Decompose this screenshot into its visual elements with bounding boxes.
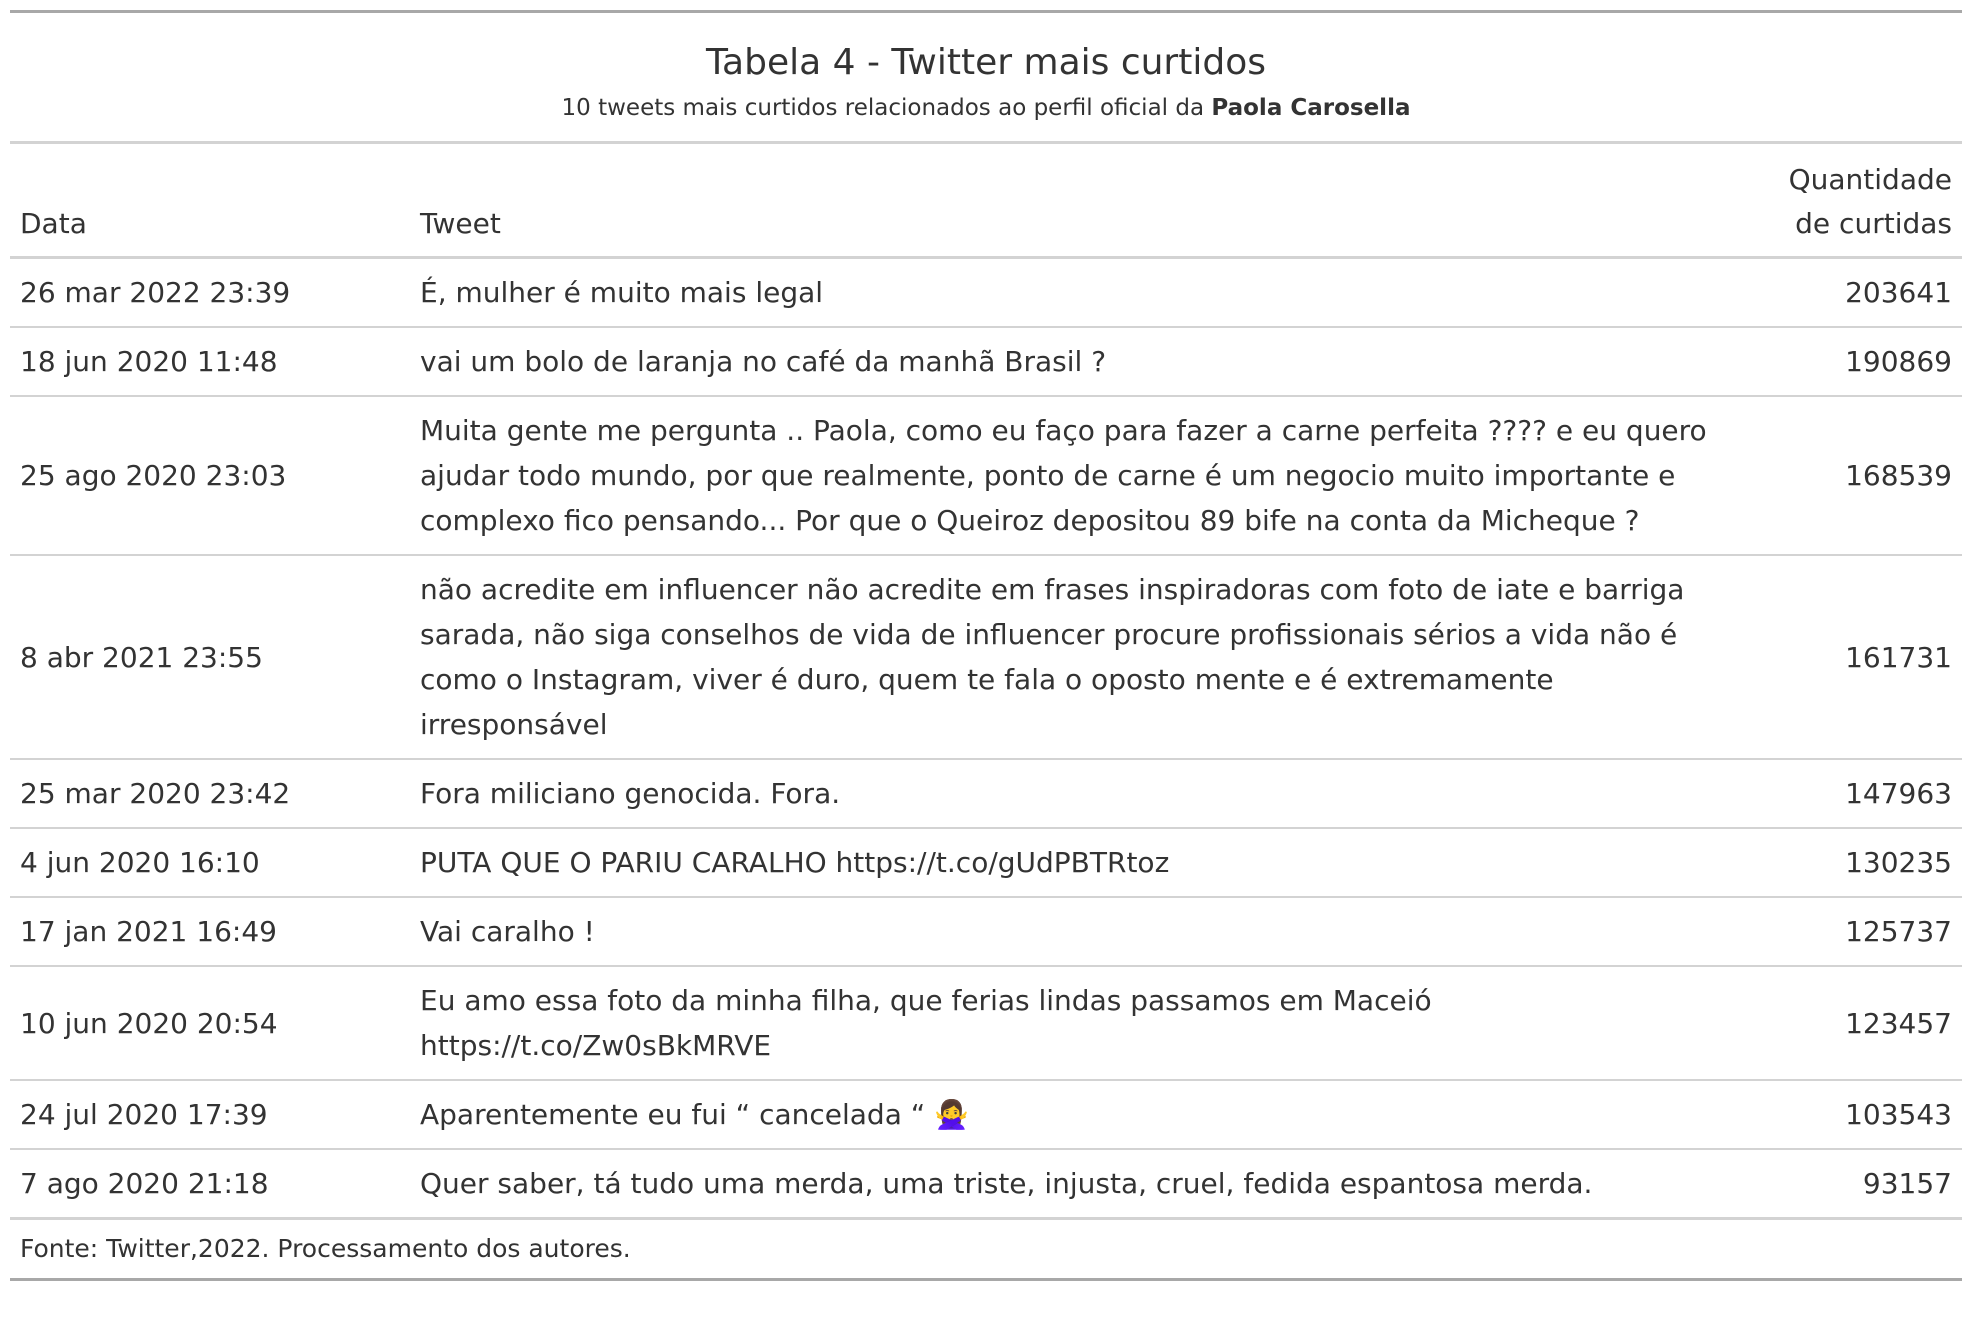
cell-likes: 103543 [1750,1080,1962,1150]
table-row: 17 jan 2021 16:49 Vai caralho ! 125737 [10,897,1962,967]
cell-likes: 190869 [1750,327,1962,397]
cell-date: 25 mar 2020 23:42 [10,759,410,829]
tweets-table: Data Tweet Quantidade de curtidas 26 mar … [10,144,1962,1220]
cell-date: 17 jan 2021 16:49 [10,897,410,967]
cell-date: 4 jun 2020 16:10 [10,828,410,898]
cell-likes: 161731 [1750,555,1962,760]
column-header-likes-line1: Quantidade [1788,163,1952,196]
cell-tweet: PUTA QUE O PARIU CARALHO https://t.co/gU… [410,828,1750,898]
table-head: Data Tweet Quantidade de curtidas [10,144,1962,259]
bottom-rule [10,1278,1962,1281]
cell-date: 10 jun 2020 20:54 [10,966,410,1081]
cell-date: 26 mar 2022 23:39 [10,257,410,328]
cell-date: 8 abr 2021 23:55 [10,555,410,760]
cell-tweet: Fora miliciano genocida. Fora. [410,759,1750,829]
table-row: 18 jun 2020 11:48 vai um bolo de laranja… [10,327,1962,397]
cell-date: 25 ago 2020 23:03 [10,396,410,556]
table-row: 4 jun 2020 16:10 PUTA QUE O PARIU CARALH… [10,828,1962,898]
table-row: 26 mar 2022 23:39 É, mulher é muito mais… [10,257,1962,328]
cell-likes: 203641 [1750,257,1962,328]
subtitle-profile-name: Paola Carosella [1211,95,1411,121]
cell-tweet: É, mulher é muito mais legal [410,257,1750,328]
table-subtitle: 10 tweets mais curtidos relacionados ao … [10,93,1962,123]
cell-likes: 123457 [1750,966,1962,1081]
cell-tweet: Vai caralho ! [410,897,1750,967]
cell-likes: 125737 [1750,897,1962,967]
top-rule [10,10,1962,13]
table-title: Tabela 4 - Twitter mais curtidos [706,42,1266,83]
cell-tweet: Eu amo essa foto da minha filha, que fer… [410,966,1750,1081]
column-header-likes: Quantidade de curtidas [1750,144,1962,259]
column-header-tweet: Tweet [410,144,1750,259]
cell-tweet: Quer saber, tá tudo uma merda, uma trist… [410,1149,1750,1220]
cell-tweet: não acredite em influencer não acredite … [410,555,1750,760]
cell-date: 24 jul 2020 17:39 [10,1080,410,1150]
cell-likes: 168539 [1750,396,1962,556]
table-row: 24 jul 2020 17:39 Aparentemente eu fui “… [10,1080,1962,1150]
table-row: 8 abr 2021 23:55 não acredite em influen… [10,555,1962,760]
cell-likes: 130235 [1750,828,1962,898]
subtitle-text: 10 tweets mais curtidos relacionados ao … [561,95,1212,121]
header-row: Data Tweet Quantidade de curtidas [10,144,1962,259]
cell-date: 18 jun 2020 11:48 [10,327,410,397]
table-row: 10 jun 2020 20:54 Eu amo essa foto da mi… [10,966,1962,1081]
table-source-note: Fonte: Twitter,2022. Processamento dos a… [20,1234,631,1263]
table-row: 7 ago 2020 21:18 Quer saber, tá tudo uma… [10,1149,1962,1220]
column-header-likes-line2: de curtidas [1795,207,1952,240]
cell-date: 7 ago 2020 21:18 [10,1149,410,1220]
table-row: 25 ago 2020 23:03 Muita gente me pergunt… [10,396,1962,556]
table-body: 26 mar 2022 23:39 É, mulher é muito mais… [10,257,1962,1220]
cell-tweet: vai um bolo de laranja no café da manhã … [410,327,1750,397]
cell-likes: 93157 [1750,1149,1962,1220]
table-container: Tabela 4 - Twitter mais curtidos 10 twee… [10,10,1962,1281]
cell-tweet: Muita gente me pergunta .. Paola, como e… [410,396,1750,556]
table-row: 25 mar 2020 23:42 Fora miliciano genocid… [10,759,1962,829]
column-header-date: Data [10,144,410,259]
cell-likes: 147963 [1750,759,1962,829]
cell-tweet: Aparentemente eu fui “ cancelada “ 🙅‍♀ [410,1080,1750,1150]
